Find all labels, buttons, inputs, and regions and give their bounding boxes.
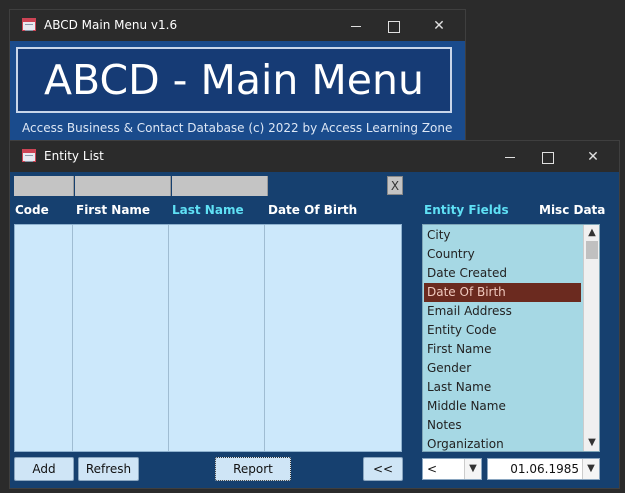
scroll-thumb[interactable] [586, 241, 598, 259]
main-menu-banner: ABCD - Main Menu [16, 47, 452, 113]
fields-scrollbar[interactable]: ▲ ▼ [583, 225, 599, 451]
form-icon [22, 149, 36, 162]
date-value: 01.06.1985 [510, 462, 579, 476]
filter-code-input[interactable] [14, 176, 74, 196]
scroll-up-icon[interactable]: ▲ [584, 225, 599, 241]
operator-select[interactable]: < ▼ [422, 458, 482, 480]
field-item[interactable]: Country [427, 245, 475, 264]
grid-column-last-name [169, 225, 265, 451]
field-item[interactable]: City [427, 226, 451, 245]
date-value-select[interactable]: 01.06.1985 ▼ [487, 458, 600, 480]
close-icon[interactable]: ✕ [429, 16, 449, 36]
column-header-first-name[interactable]: First Name [76, 203, 150, 217]
chevron-down-icon[interactable]: ▼ [582, 459, 599, 479]
maximize-icon[interactable] [537, 147, 557, 167]
chevron-down-icon[interactable]: ▼ [464, 459, 481, 479]
grid-column-first-name [73, 225, 169, 451]
collapse-button[interactable]: << [363, 457, 403, 481]
field-item[interactable]: Date Created [427, 264, 507, 283]
entity-fields-list[interactable]: City Country Date Created Date Of Birth … [422, 224, 600, 452]
field-item-selected[interactable]: Date Of Birth [424, 283, 581, 302]
grid-column-code [15, 225, 73, 451]
entity-list-window: Entity List ✕ X Code First Name Last Nam… [9, 140, 620, 489]
close-icon[interactable]: ✕ [583, 147, 603, 167]
misc-data-header: Misc Data [539, 203, 606, 217]
entity-list-title-bar[interactable]: Entity List ✕ [10, 141, 619, 172]
field-item[interactable]: Last Name [427, 378, 491, 397]
operator-value: < [427, 462, 438, 476]
field-item[interactable]: Notes [427, 416, 462, 435]
field-item[interactable]: First Name [427, 340, 491, 359]
field-item[interactable]: Middle Name [427, 397, 506, 416]
column-header-code[interactable]: Code [15, 203, 49, 217]
minimize-icon[interactable] [346, 16, 366, 36]
entity-list-body: X Code First Name Last Name Date Of Birt… [10, 172, 619, 488]
add-button[interactable]: Add [14, 457, 74, 481]
entity-grid[interactable] [14, 224, 402, 452]
field-item[interactable]: Entity Code [427, 321, 497, 340]
form-icon [22, 18, 36, 31]
entity-list-title: Entity List [44, 149, 104, 163]
main-menu-title-bar[interactable]: ABCD Main Menu v1.6 ✕ [10, 10, 465, 41]
filter-last-name-input[interactable] [172, 176, 268, 196]
main-menu-copyright: Access Business & Contact Database (c) 2… [22, 121, 453, 135]
field-item[interactable]: Gender [427, 359, 471, 378]
clear-filter-button[interactable]: X [387, 176, 403, 195]
filter-first-name-input[interactable] [75, 176, 171, 196]
field-item[interactable]: Organization [427, 435, 504, 451]
main-menu-title: ABCD Main Menu v1.6 [44, 18, 178, 32]
field-item[interactable]: Email Address [427, 302, 512, 321]
refresh-button[interactable]: Refresh [78, 457, 139, 481]
maximize-icon[interactable] [383, 16, 403, 36]
column-header-date-of-birth[interactable]: Date Of Birth [268, 203, 357, 217]
minimize-icon[interactable] [500, 147, 520, 167]
scroll-down-icon[interactable]: ▼ [584, 435, 599, 451]
report-button[interactable]: Report [215, 457, 291, 481]
column-header-last-name[interactable]: Last Name [172, 203, 244, 217]
entity-fields-header: Entity Fields [424, 203, 509, 217]
